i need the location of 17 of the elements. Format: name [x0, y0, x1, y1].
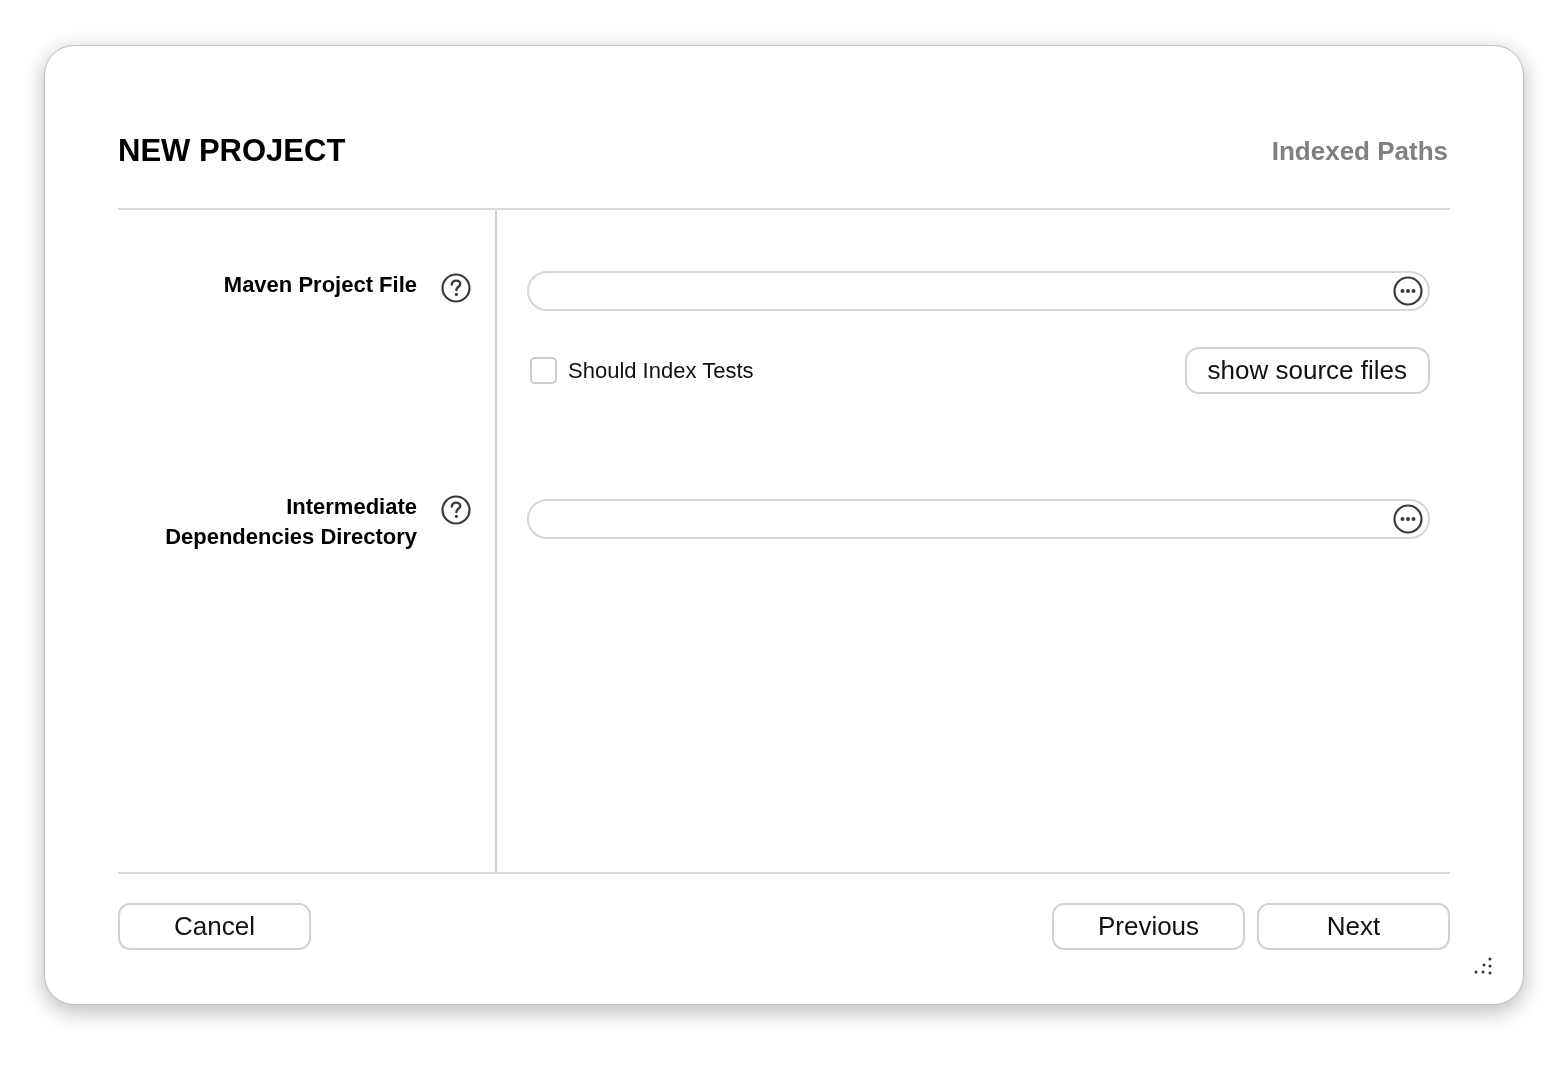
help-icon[interactable] — [441, 495, 471, 525]
step-title: Indexed Paths — [1271, 135, 1449, 168]
field-label: Maven Project File — [222, 271, 417, 299]
field-label: Intermediate Dependencies Directory — [164, 493, 417, 551]
path-field[interactable] — [527, 271, 1430, 311]
ellipsis-circle-icon[interactable] — [1393, 276, 1423, 306]
dialog-title: NEW PROJECT — [118, 133, 346, 169]
ellipsis-circle-icon[interactable] — [1393, 504, 1423, 534]
resize-grip-icon[interactable] — [1473, 957, 1493, 975]
dialog-button[interactable]: Cancel — [118, 903, 311, 950]
dialog-button[interactable]: Previous — [1052, 903, 1245, 950]
dialog-button[interactable]: Next — [1257, 903, 1450, 950]
show-source-files-button[interactable]: show source files — [1184, 346, 1430, 394]
checkbox[interactable] — [530, 356, 557, 384]
help-icon[interactable] — [441, 273, 471, 303]
checkbox-label: Should Index Tests — [568, 356, 754, 385]
path-field[interactable] — [527, 499, 1430, 539]
